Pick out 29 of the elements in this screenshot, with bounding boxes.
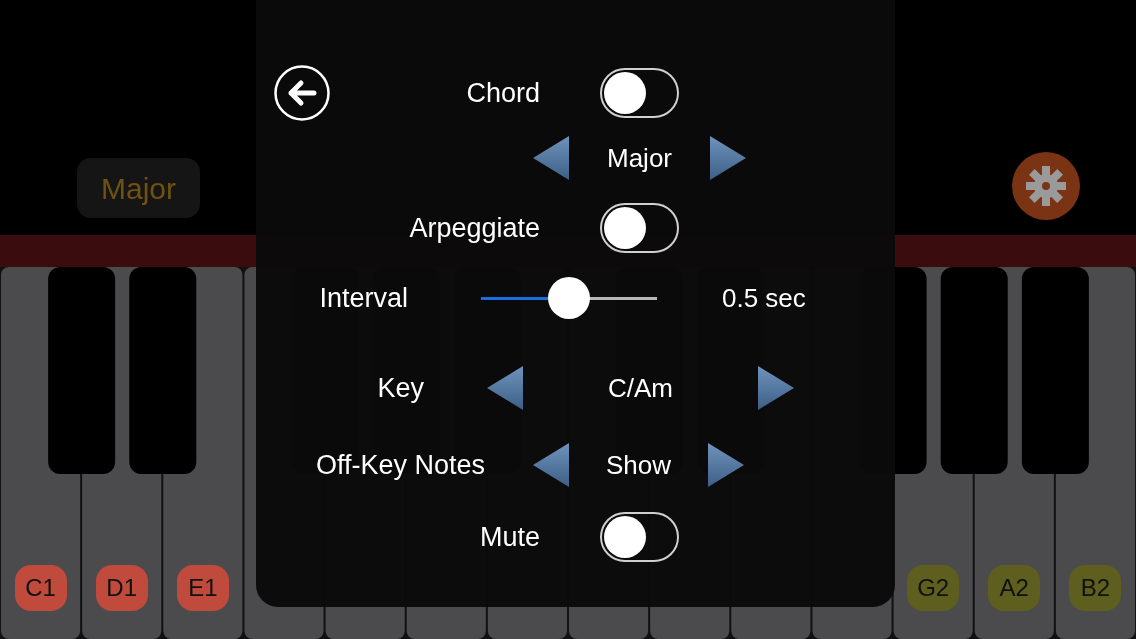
note-label: A2 [988,565,1041,611]
toggle-switch[interactable] [600,512,679,562]
previous-button[interactable] [533,136,569,180]
note-label: D1 [95,565,148,611]
previous-button[interactable] [487,366,523,410]
setting-value: Major [607,141,672,175]
next-button[interactable] [708,443,744,487]
note-label: E1 [176,565,229,611]
setting-label: Mute [479,520,540,554]
previous-button[interactable] [533,443,569,487]
note-label: B2 [1069,565,1122,611]
setting-value: Show [605,448,671,482]
scale-button[interactable]: Major [77,158,200,218]
next-button[interactable] [710,136,746,180]
slider-thumb[interactable] [548,276,590,319]
setting-label: Arpeggiate [409,211,540,245]
setting-label: Interval [319,281,408,315]
setting-label: Chord [466,76,540,110]
interval-reading: 0.5 sec [722,281,806,315]
toggle-switch[interactable] [600,203,679,253]
back-button[interactable] [274,65,330,121]
note-label: G2 [907,565,960,611]
setting-value: C/Am [608,371,673,405]
setting-label: Off-Key Notes [315,448,485,482]
toggle-switch[interactable] [600,68,679,118]
note-label: C1 [14,565,67,611]
settings-icon [1024,164,1068,208]
setting-label: Key [377,371,424,405]
next-button[interactable] [758,366,794,410]
